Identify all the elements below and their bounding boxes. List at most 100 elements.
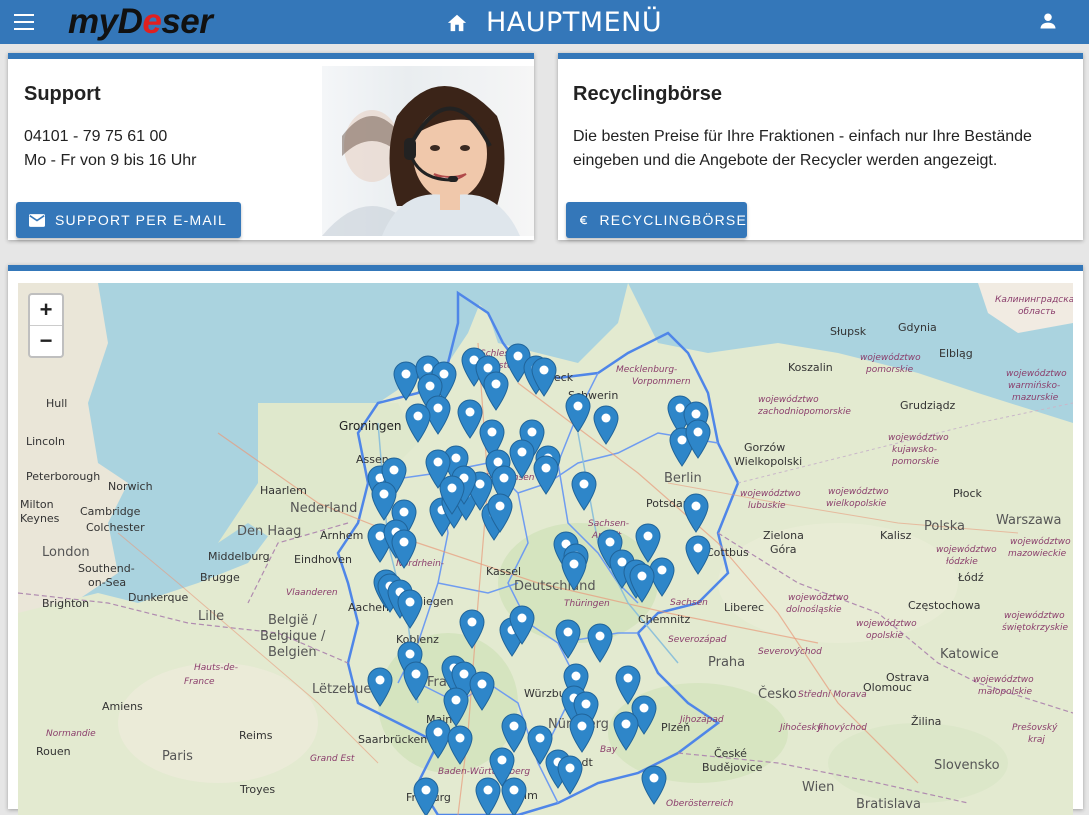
top-app-bar: myDeser HAUPTMENÜ: [0, 0, 1089, 44]
map-label: België /: [268, 613, 317, 628]
location-marker-icon[interactable]: [641, 765, 667, 805]
location-marker-icon[interactable]: [397, 589, 423, 629]
map-label: Den Haag: [237, 524, 302, 539]
support-email-button[interactable]: SUPPORT PER E-MAIL: [16, 202, 241, 238]
zoom-control: + −: [28, 293, 64, 358]
map-label: Praha: [708, 655, 746, 670]
map-label: Belgique /: [260, 629, 326, 644]
map-label: Polska: [924, 519, 965, 534]
map-label: Gorzów: [744, 441, 786, 454]
map-label: Łódź: [958, 571, 984, 584]
app-logo[interactable]: myDeser: [68, 2, 213, 42]
location-marker-icon[interactable]: [685, 535, 711, 575]
map-label: Oberösterreich: [666, 799, 734, 809]
map-label: Žilina: [911, 715, 942, 728]
recycling-card: Recyclingbörse Die besten Preise für Ihr…: [558, 53, 1083, 240]
location-marker-icon[interactable]: [403, 661, 429, 701]
map-label: Liberec: [724, 601, 765, 614]
location-marker-icon[interactable]: [587, 623, 613, 663]
account-icon[interactable]: [1038, 11, 1058, 31]
location-marker-icon[interactable]: [685, 419, 711, 459]
map-label: Częstochowa: [908, 599, 981, 612]
map-label: Normandie: [46, 729, 96, 739]
location-marker-icon[interactable]: [501, 777, 527, 815]
map-label: Nederland: [290, 501, 358, 516]
location-marker-icon[interactable]: [565, 393, 591, 433]
map-label: dolnośląskie: [786, 605, 842, 615]
location-marker-icon[interactable]: [683, 493, 709, 533]
map-label: Wielkopolski: [734, 455, 803, 468]
map-label: warmińsko-: [1008, 381, 1061, 391]
logo-text-e: e: [142, 2, 162, 41]
location-marker-icon[interactable]: [367, 667, 393, 707]
map-label: Mecklenburg-: [616, 365, 678, 375]
map-label: Koszalin: [788, 361, 833, 374]
map-label: województwo: [888, 433, 949, 443]
location-marker-icon[interactable]: [613, 711, 639, 751]
location-marker-icon[interactable]: [469, 671, 495, 711]
map-label: zachodniopomorskie: [758, 407, 851, 417]
menu-icon[interactable]: [14, 14, 34, 30]
map-label: województwo: [1006, 369, 1067, 379]
location-marker-icon[interactable]: [571, 471, 597, 511]
map-label: Paris: [162, 749, 193, 764]
map-label: Haarlem: [260, 484, 307, 497]
map-label: Dunkerque: [128, 591, 189, 604]
mail-icon: [29, 213, 45, 227]
map-label: Middelburg: [208, 550, 270, 563]
location-marker-icon[interactable]: [483, 371, 509, 411]
map-label: Saarbrücken: [358, 733, 428, 746]
map-label: France: [184, 677, 215, 687]
location-marker-icon[interactable]: [555, 619, 581, 659]
recycling-title: Recyclingbörse: [573, 83, 722, 105]
location-map[interactable]: + − Hull Lincoln Peterborough Norwich Mi…: [18, 283, 1073, 815]
location-marker-icon[interactable]: [569, 713, 595, 753]
map-label: Slovensko: [934, 758, 1000, 773]
location-marker-icon[interactable]: [487, 493, 513, 533]
location-marker-icon[interactable]: [413, 777, 439, 815]
map-label: Berlin: [664, 471, 702, 486]
map-label: Hauts-de-: [194, 663, 238, 673]
location-marker-icon[interactable]: [593, 405, 619, 445]
location-marker-icon[interactable]: [391, 529, 417, 569]
zoom-in-button[interactable]: +: [30, 295, 62, 326]
map-label: województwo: [1010, 537, 1071, 547]
map-label: Jihovýchod: [818, 723, 867, 733]
map-label: Sachsen: [670, 598, 708, 608]
map-label: Česko: [758, 687, 797, 702]
map-label: Thüringen: [564, 599, 610, 609]
home-icon: [447, 14, 467, 32]
map-label: Arnhem: [320, 529, 364, 542]
location-marker-icon[interactable]: [447, 725, 473, 765]
location-marker-icon[interactable]: [459, 609, 485, 649]
map-label: opolskie: [866, 631, 904, 641]
euro-icon: [580, 215, 588, 225]
map-label: Płock: [953, 487, 982, 500]
map-label: České: [714, 747, 747, 760]
location-marker-icon[interactable]: [475, 777, 501, 815]
location-marker-icon[interactable]: [531, 357, 557, 397]
map-label: województwo: [860, 353, 921, 363]
map-label: województwo: [758, 395, 819, 405]
location-marker-icon[interactable]: [561, 551, 587, 591]
location-marker-icon[interactable]: [439, 475, 465, 515]
location-marker-icon[interactable]: [533, 455, 559, 495]
location-marker-icon[interactable]: [509, 605, 535, 645]
map-label: Brugge: [200, 571, 240, 584]
location-marker-icon[interactable]: [405, 403, 431, 443]
support-agent-photo: [322, 66, 534, 236]
map-label: Ostrava: [886, 671, 930, 684]
map-label: London: [42, 545, 90, 560]
map-card: + − Hull Lincoln Peterborough Norwich Mi…: [8, 265, 1083, 815]
location-marker-icon[interactable]: [629, 563, 655, 603]
map-label: Katowice: [940, 647, 999, 662]
page-title-group: HAUPTMENÜ: [446, 6, 662, 38]
logo-text-suffix: ser: [161, 2, 213, 41]
recycling-exchange-button[interactable]: RECYCLINGBÖRSE: [566, 202, 747, 238]
map-label: Калининградская: [995, 295, 1073, 305]
zoom-out-button[interactable]: −: [30, 326, 62, 356]
map-label: pomorskie: [892, 457, 940, 467]
location-marker-icon[interactable]: [557, 755, 583, 795]
support-email-button-label: SUPPORT PER E-MAIL: [55, 212, 228, 228]
map-label: województwo: [973, 675, 1034, 685]
